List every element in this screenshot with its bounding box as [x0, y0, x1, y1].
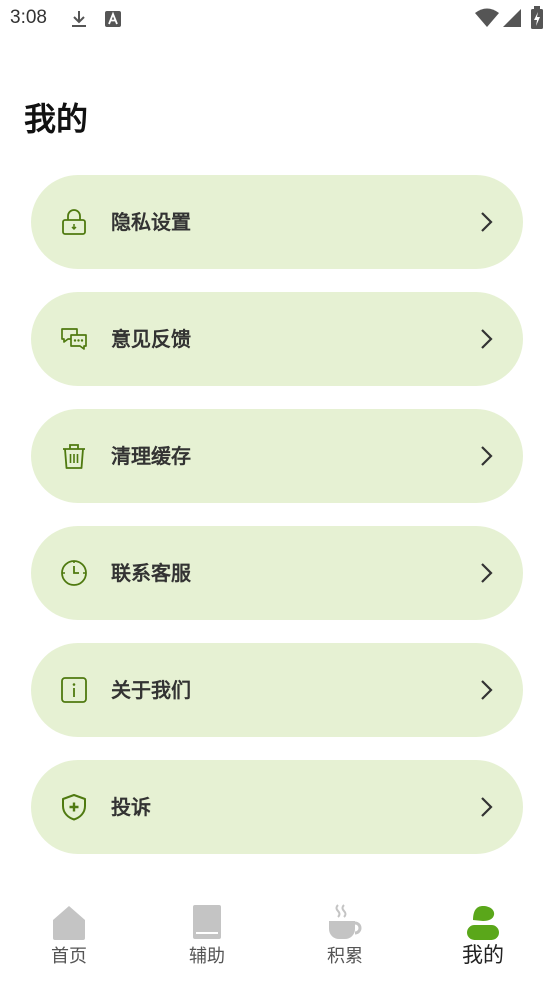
tab-accumulate[interactable]: 积累 — [276, 890, 414, 984]
menu-item-label: 投诉 — [111, 795, 151, 819]
user-icon — [467, 906, 499, 940]
chevron-right-icon — [481, 329, 493, 349]
page-title: 我的 — [24, 100, 89, 138]
lock-icon — [62, 209, 86, 235]
chat-bubbles-icon — [61, 328, 87, 350]
tab-label: 辅助 — [189, 946, 225, 967]
menu-item-about-us[interactable]: 关于我们 — [31, 643, 523, 737]
download-icon — [72, 11, 86, 27]
menu-item-label: 联系客服 — [111, 561, 191, 585]
chevron-right-icon — [481, 212, 493, 232]
menu-item-complaint[interactable]: 投诉 — [31, 760, 523, 854]
home-icon — [53, 906, 85, 940]
chevron-right-icon — [481, 563, 493, 583]
menu-item-label: 关于我们 — [111, 678, 191, 702]
tab-mine[interactable]: 我的 — [414, 890, 552, 984]
font-icon — [105, 11, 121, 27]
status-time: 3:08 — [10, 7, 47, 28]
status-bar: 3:08 — [0, 0, 554, 38]
tab-assist[interactable]: 辅助 — [138, 890, 276, 984]
chevron-right-icon — [481, 446, 493, 466]
chevron-right-icon — [481, 797, 493, 817]
wifi-icon — [475, 8, 499, 27]
chevron-right-icon — [481, 680, 493, 700]
clock-icon — [61, 560, 87, 586]
tab-home[interactable]: 首页 — [0, 890, 138, 984]
tab-label: 首页 — [51, 946, 87, 967]
info-icon — [61, 677, 87, 703]
settings-menu: 隐私设置 意见反馈 清理缓存 联系客服 关于我们 投诉 — [31, 175, 523, 877]
menu-item-label: 隐私设置 — [111, 210, 191, 234]
battery-icon — [531, 6, 543, 29]
book-icon — [193, 905, 221, 939]
tab-label: 我的 — [462, 943, 504, 967]
trash-icon — [63, 444, 85, 469]
menu-item-contact-support[interactable]: 联系客服 — [31, 526, 523, 620]
coffee-cup-icon — [329, 904, 362, 939]
signal-icon — [503, 9, 521, 27]
shield-plus-icon — [62, 794, 86, 821]
menu-item-clear-cache[interactable]: 清理缓存 — [31, 409, 523, 503]
menu-item-privacy-settings[interactable]: 隐私设置 — [31, 175, 523, 269]
tab-label: 积累 — [327, 946, 363, 967]
menu-item-label: 清理缓存 — [111, 444, 191, 468]
bottom-tab-bar: 首页 辅助 积累 我的 — [0, 890, 554, 984]
menu-item-feedback[interactable]: 意见反馈 — [31, 292, 523, 386]
menu-item-label: 意见反馈 — [111, 327, 191, 351]
